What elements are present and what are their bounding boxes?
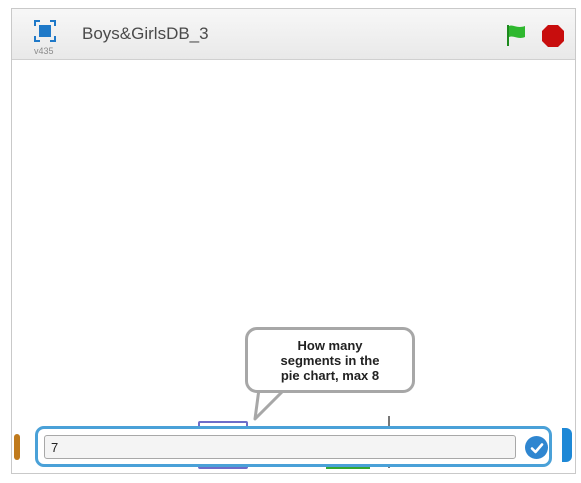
stop-sign-icon[interactable] [541, 24, 565, 48]
stage-header: v435 Boys&GirlsDB_3 [12, 9, 575, 60]
ask-answer-box [35, 426, 552, 467]
speech-bubble: How many segments in the pie chart, max … [245, 327, 415, 393]
project-title: Boys&GirlsDB_3 [82, 24, 209, 43]
version-label: v435 [34, 46, 54, 56]
green-flag-icon[interactable] [504, 23, 528, 47]
sprite-fragment [562, 428, 572, 462]
stage-canvas[interactable] [12, 60, 575, 473]
stage-frame: v435 Boys&GirlsDB_3 [11, 8, 576, 474]
speech-bubble-tail [253, 389, 287, 421]
checkmark-icon[interactable] [525, 436, 548, 459]
fullscreen-icon[interactable] [34, 20, 56, 42]
answer-input[interactable] [44, 435, 516, 459]
question-text: How many segments in the pie chart, max … [280, 337, 380, 383]
sprite-fragment [14, 434, 20, 460]
